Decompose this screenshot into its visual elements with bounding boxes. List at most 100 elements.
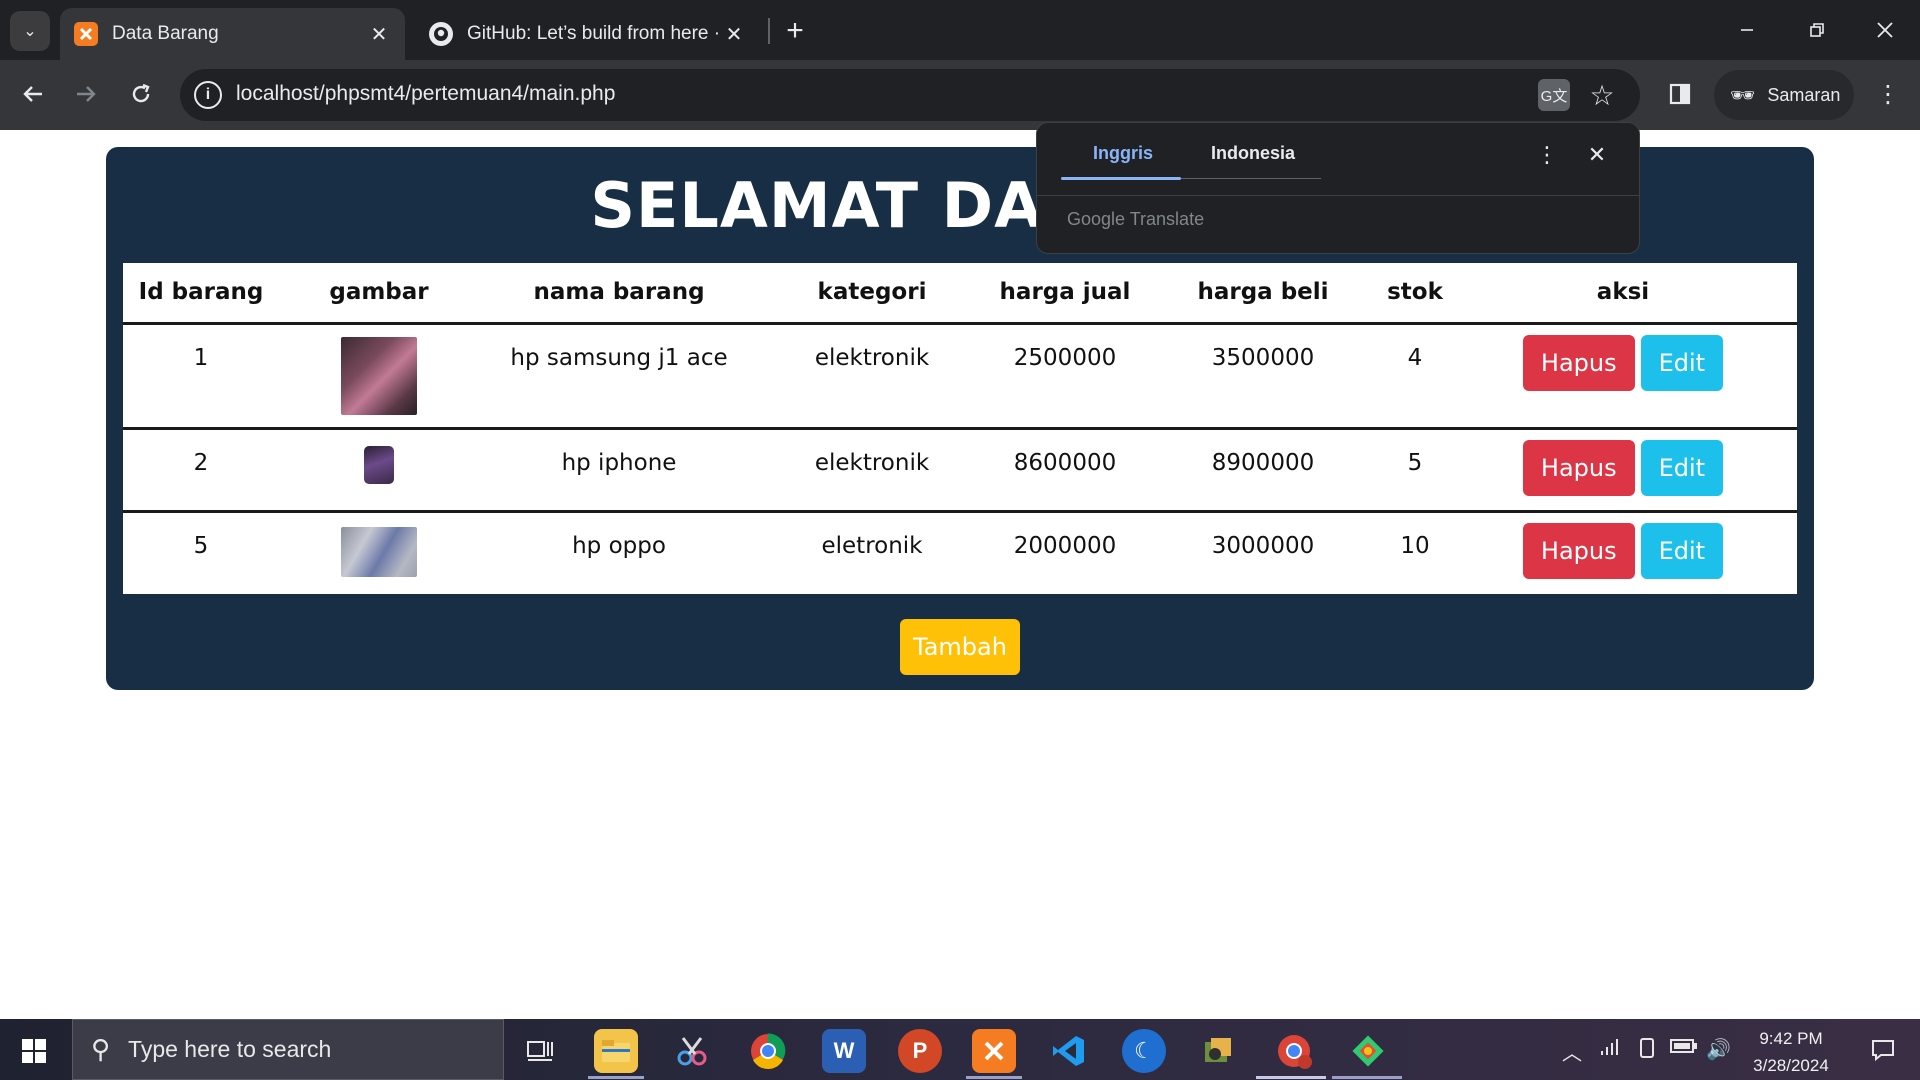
- active-app-indicator: [588, 1076, 644, 1079]
- forward-button[interactable]: [66, 74, 106, 114]
- cell-id: 5: [193, 532, 209, 559]
- tab-target-language[interactable]: Indonesia: [1211, 143, 1295, 164]
- google-translate-label: Google Translate: [1067, 209, 1205, 229]
- cell-harga-beli: 8900000: [1145, 428, 1381, 513]
- tab-github[interactable]: GitHub: Let’s build from here · G ✕: [415, 8, 760, 60]
- word-icon[interactable]: W: [822, 1029, 866, 1073]
- notification-center-icon[interactable]: [1868, 1035, 1898, 1065]
- minimize-icon: [1741, 29, 1753, 31]
- cell-gambar: [279, 323, 479, 430]
- tab-separator: [768, 18, 770, 44]
- show-hidden-icons-icon[interactable]: ︿: [1562, 1037, 1582, 1066]
- new-tab-button[interactable]: +: [778, 14, 812, 48]
- device-icon[interactable]: [1638, 1037, 1656, 1065]
- cell-gambar: [279, 511, 479, 594]
- cell-aksi: Hapus Edit: [1449, 428, 1797, 513]
- product-image-oppo: [341, 526, 417, 577]
- xampp-taskbar-icon[interactable]: [972, 1029, 1016, 1073]
- close-icon: [1877, 22, 1893, 38]
- address-bar[interactable]: i localhost/phpsmt4/pertemuan4/main.php …: [180, 69, 1640, 121]
- column-header: aksi: [1449, 263, 1797, 325]
- profile-label: Samaran: [1767, 84, 1841, 105]
- restore-icon: [1810, 23, 1824, 37]
- url-text[interactable]: localhost/phpsmt4/pertemuan4/main.php: [236, 82, 615, 106]
- tab-search-button[interactable]: ⌄: [10, 11, 50, 51]
- cell-kategori: elektronik: [759, 428, 985, 513]
- tab-source-language[interactable]: Inggris: [1093, 143, 1153, 164]
- incognito-icon: 🕶: [1730, 84, 1756, 107]
- git-app-icon[interactable]: [1346, 1029, 1390, 1073]
- battery-icon[interactable]: [1670, 1037, 1698, 1060]
- cell-kategori: eletronik: [821, 532, 923, 559]
- column-header: harga beli: [1145, 263, 1381, 325]
- start-button[interactable]: [14, 1031, 54, 1071]
- network-icon[interactable]: [1600, 1037, 1622, 1063]
- reload-button[interactable]: [121, 74, 161, 114]
- app-icon-moon[interactable]: ☾: [1122, 1029, 1166, 1073]
- table-row: 5 hp oppo eletronik 2000000 3000000 10 H…: [123, 511, 1797, 594]
- cell-kategori: elektronik: [759, 323, 985, 430]
- cell-nama: hp samsung j1 ace: [479, 323, 759, 430]
- add-button[interactable]: Tambah: [900, 619, 1020, 675]
- arrow-left-icon: [23, 86, 42, 102]
- cell-aksi: Hapus Edit: [1449, 323, 1797, 430]
- cell-stok: 5: [1381, 428, 1449, 513]
- restore-button[interactable]: [1792, 10, 1842, 50]
- delete-button[interactable]: Hapus: [1522, 334, 1635, 391]
- active-app-indicator: [1332, 1076, 1402, 1079]
- cell-nama: hp iphone: [479, 428, 759, 513]
- powerpoint-icon[interactable]: P: [898, 1029, 942, 1073]
- arrow-right-icon: [77, 86, 96, 102]
- system-clock[interactable]: 9:42 PM 3/28/2024: [1726, 1025, 1856, 1079]
- translate-icon[interactable]: G文: [1538, 79, 1570, 111]
- tab-baseline: [1181, 178, 1321, 179]
- close-tab-icon[interactable]: ✕: [367, 22, 391, 46]
- active-app-indicator: [966, 1076, 1022, 1079]
- tab-title: GitHub: Let’s build from here · G: [467, 23, 722, 44]
- incognito-profile-button[interactable]: 🕶 Samaran: [1714, 70, 1854, 120]
- back-button[interactable]: [13, 74, 53, 114]
- windows-taskbar: ⚲ Type here to search W P ☾ ︿ 🔊 9:42 PM …: [0, 1019, 1920, 1080]
- chrome-profile-icon[interactable]: [1272, 1029, 1316, 1073]
- side-panel-button[interactable]: [1664, 76, 1696, 112]
- column-header: Id barang: [123, 263, 279, 325]
- browser-menu-button[interactable]: ⋮: [1870, 76, 1906, 112]
- edit-button[interactable]: Edit: [1640, 334, 1724, 391]
- chrome-icon[interactable]: [746, 1029, 790, 1073]
- edit-button[interactable]: Edit: [1640, 439, 1724, 496]
- cell-aksi: Hapus Edit: [1449, 511, 1797, 594]
- file-explorer-icon[interactable]: [594, 1029, 638, 1073]
- product-image-iphone: [364, 445, 394, 484]
- close-icon[interactable]: ✕: [1583, 141, 1611, 169]
- minimize-button[interactable]: [1722, 10, 1772, 50]
- cell-harga-beli: 3500000: [1145, 323, 1381, 430]
- delete-button[interactable]: Hapus: [1522, 522, 1635, 579]
- bookmark-star-icon[interactable]: ☆: [1584, 77, 1620, 113]
- xampp-icon: [74, 22, 98, 46]
- site-info-icon[interactable]: i: [194, 81, 222, 109]
- column-header: nama barang: [479, 263, 759, 325]
- close-window-button[interactable]: [1860, 10, 1910, 50]
- column-header: harga jual: [985, 263, 1145, 325]
- more-vertical-icon[interactable]: ⋮: [1533, 141, 1561, 169]
- divider: [1037, 195, 1639, 196]
- cell-gambar: [279, 428, 479, 513]
- browser-toolbar: i localhost/phpsmt4/pertemuan4/main.php …: [0, 60, 1920, 130]
- tab-data-barang[interactable]: Data Barang ✕: [60, 8, 405, 60]
- data-barang-table: Id barang gambar nama barang kategori ha…: [123, 263, 1797, 594]
- app-icon-tool[interactable]: [1196, 1029, 1240, 1073]
- cell-harga-beli: 3000000: [1211, 532, 1315, 559]
- side-panel-icon: [1669, 83, 1691, 105]
- close-tab-icon[interactable]: ✕: [722, 22, 746, 46]
- edit-button[interactable]: Edit: [1640, 522, 1724, 579]
- table-header-row: Id barang gambar nama barang kategori ha…: [123, 263, 1797, 325]
- delete-button[interactable]: Hapus: [1522, 439, 1635, 496]
- tab-title: Data Barang: [112, 23, 219, 44]
- product-image-samsung: [341, 336, 417, 415]
- column-header: stok: [1381, 263, 1449, 325]
- snipping-tool-icon[interactable]: [670, 1029, 714, 1073]
- task-view-icon[interactable]: [518, 1029, 562, 1073]
- taskbar-search-box[interactable]: ⚲ Type here to search: [72, 1019, 504, 1080]
- vscode-icon[interactable]: [1046, 1029, 1090, 1073]
- chevron-down-icon: ⌄: [23, 23, 37, 40]
